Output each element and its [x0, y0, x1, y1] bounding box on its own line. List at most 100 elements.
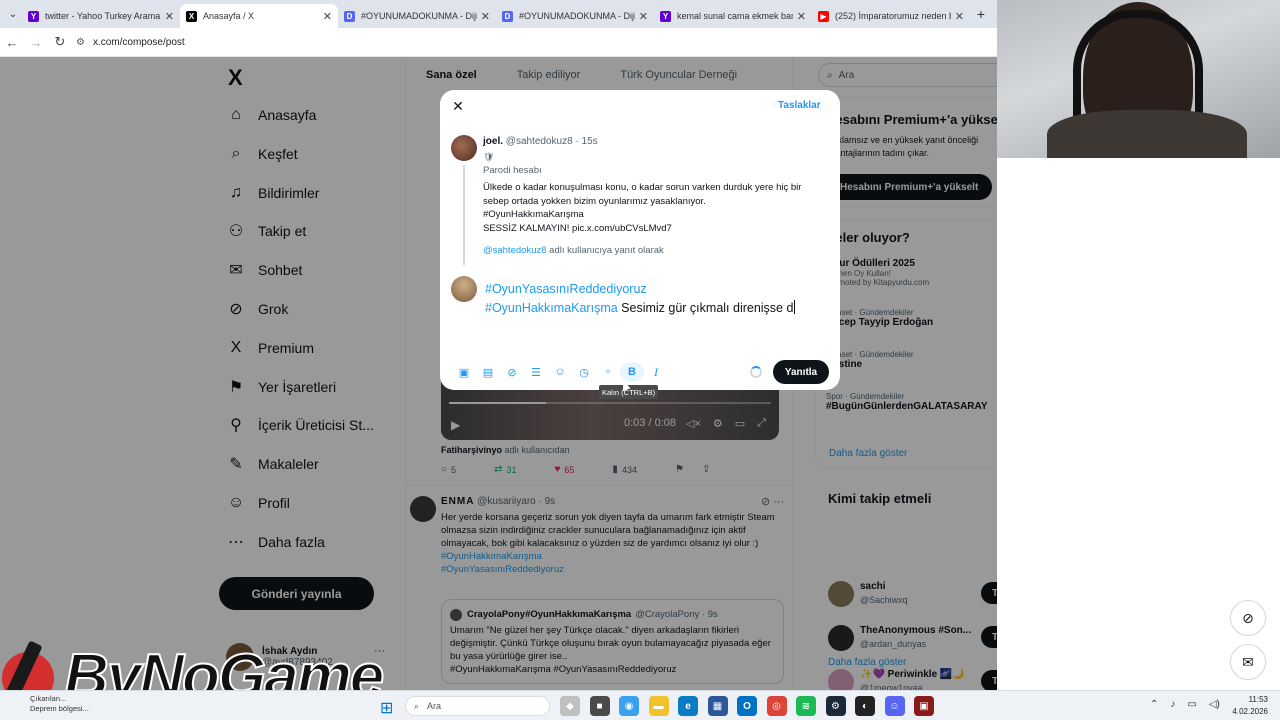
- windows-start-icon[interactable]: ⊞: [380, 698, 393, 718]
- address-bar: ← → ↻ ⚙ x.com/compose/post: [0, 28, 997, 57]
- url-field[interactable]: ⚙ x.com/compose/post: [76, 37, 185, 48]
- network-icon[interactable]: ▭: [1187, 699, 1196, 710]
- news-widget[interactable]: Çıkarılan... Deprem bölgesi...: [30, 694, 89, 714]
- browser-tab[interactable]: Ykemal sunal cama ekmek bantlı ✕: [654, 4, 812, 28]
- replying-to-handle[interactable]: @sahtedokuz8: [483, 245, 547, 256]
- reply-button[interactable]: Yanıtla: [773, 360, 829, 384]
- news-line: Çıkarılan...: [30, 694, 67, 703]
- back-button[interactable]: ←: [0, 35, 24, 50]
- tab-close-icon[interactable]: ✕: [797, 10, 806, 23]
- edge-app-icon[interactable]: e: [678, 696, 698, 716]
- poll-icon[interactable]: ☰: [524, 362, 548, 382]
- taskbar-search-placeholder: Ara: [427, 701, 442, 711]
- folder-app-icon[interactable]: ▬: [648, 696, 669, 716]
- parody-label: Parodi hesabı: [483, 165, 542, 176]
- news-line: Deprem bölgesi...: [30, 704, 89, 713]
- original-line: #OyunHakkımaKarışma: [483, 209, 584, 220]
- chrome-app-icon[interactable]: ◎: [766, 696, 787, 716]
- clock[interactable]: 11:53 4.02.2026: [1228, 694, 1268, 718]
- tab-close-icon[interactable]: ✕: [481, 10, 490, 23]
- browser-tab[interactable]: D #OYUNUMADOKUNMA - Dijital ✕: [496, 4, 654, 28]
- mic-icon[interactable]: ♪: [1170, 699, 1175, 710]
- text-caret: [794, 300, 796, 314]
- grok-icon[interactable]: ⊘: [1230, 600, 1266, 636]
- messages-icon[interactable]: ✉: [1230, 644, 1266, 680]
- tab-close-icon[interactable]: ✕: [955, 10, 964, 23]
- windows-taskbar: Çıkarılan... Deprem bölgesi... ⊞ ⌕ Ara ◆…: [0, 690, 1280, 720]
- url-text[interactable]: x.com/compose/post: [93, 37, 185, 48]
- original-author-name[interactable]: joel.: [483, 136, 503, 147]
- browser-tab-bar: ⌄ Ytwitter - Yahoo Turkey Arama Sonuçlar…: [0, 0, 997, 28]
- thread-line: [463, 165, 465, 265]
- volume-icon[interactable]: ◁): [1209, 699, 1220, 710]
- parody-badge-icon: 🛡: [483, 152, 495, 162]
- tab-favicon-icon: ▶: [818, 10, 829, 22]
- tab-favicon-icon: Y: [660, 10, 671, 22]
- app-dark-icon[interactable]: ◐: [855, 696, 875, 716]
- grok-icon[interactable]: ⊘: [500, 362, 524, 382]
- tab-title: #OYUNUMADOKUNMA - Dijital: [361, 11, 477, 21]
- avatar: [451, 276, 477, 302]
- location-icon[interactable]: ⌖: [596, 362, 620, 382]
- original-tweet-text: Ülkede o kadar konuşulması konu, o kadar…: [483, 181, 833, 235]
- reply-textarea[interactable]: #OyunYasasınıReddediyoruz #OyunHakkımaKa…: [485, 280, 830, 318]
- tab-favicon-icon: D: [344, 10, 355, 22]
- tab-title: #OYUNUMADOKUNMA - Dijital: [519, 11, 635, 21]
- original-line: sebep ortada yokken bizim oyunlarımız ya…: [483, 195, 706, 207]
- webcam-shoulder: [1047, 110, 1247, 158]
- spotify-app-icon[interactable]: ≋: [796, 696, 816, 716]
- site-info-icon[interactable]: ⚙: [76, 37, 85, 48]
- system-tray: ⌃ ♪ ▭ ◁): [1150, 699, 1232, 710]
- tab-favicon-icon: X: [186, 10, 197, 22]
- browser-tab[interactable]: ▶ (252) İmparatorumuz neden bö ✕: [812, 4, 970, 28]
- gif-icon[interactable]: ▤: [476, 362, 500, 382]
- original-tweet-header: joel. @sahtedokuz8 · 15s: [483, 136, 598, 147]
- replying-to: @sahtedokuz8 adlı kullanıcıya yanıt olar…: [483, 245, 664, 256]
- compose-reply-modal: ✕ Taslaklar joel. @sahtedokuz8 · 15s 🛡 P…: [440, 90, 840, 390]
- tab-close-icon[interactable]: ✕: [323, 10, 332, 23]
- avatar[interactable]: [451, 135, 477, 161]
- replying-to-suffix: adlı kullanıcıya yanıt olarak: [546, 245, 664, 256]
- discord-app-icon[interactable]: ☺: [884, 696, 905, 716]
- reload-button[interactable]: ↻: [48, 34, 72, 50]
- original-author-handle[interactable]: @sahtedokuz8 · 15s: [506, 136, 598, 147]
- browser-tab[interactable]: X Anasayfa / X ✕: [180, 4, 338, 28]
- forward-button[interactable]: →: [24, 35, 48, 50]
- search-icon: ⌕: [414, 700, 420, 711]
- original-line: Ülkede o kadar konuşulması konu, o kadar…: [483, 182, 802, 193]
- taskbar-apps: ◆ ■ ◉ ▬ e ▦ O ◎ ≋ ⚙ ◐ ☺ ▣: [560, 696, 944, 716]
- drafts-button[interactable]: Taslaklar: [778, 100, 821, 111]
- app-colorful-icon[interactable]: ◉: [619, 696, 639, 716]
- original-line: SESSİZ KALMAYIN! pic.x.com/ubCVsLMvd7: [483, 222, 672, 234]
- char-count-ring: [750, 366, 762, 378]
- new-tab-button[interactable]: +: [972, 6, 990, 22]
- tray-chevron-icon[interactable]: ⌃: [1150, 699, 1158, 710]
- reply-body: Sesimiz gür çıkmalı direnişse d: [617, 301, 794, 315]
- compose-toolbar: ▣ ▤ ⊘ ☰ ☺ ◷ ⌖ B I: [452, 362, 668, 382]
- reply-hashtag: #OyunHakkımaKarışma: [485, 301, 618, 315]
- emoji-icon[interactable]: ☺: [548, 362, 572, 382]
- tab-search-icon[interactable]: ⌄: [4, 5, 22, 23]
- italic-icon[interactable]: I: [644, 362, 668, 382]
- files-app-icon[interactable]: ■: [589, 696, 610, 716]
- tab-title: Anasayfa / X: [203, 11, 255, 21]
- outlook-app-icon[interactable]: O: [737, 696, 757, 716]
- tab-close-icon[interactable]: ✕: [165, 10, 174, 23]
- tab-title: twitter - Yahoo Turkey Arama Sonuçları: [45, 11, 161, 21]
- clock-time: 11:53: [1248, 695, 1268, 704]
- tab-title: (252) İmparatorumuz neden bö: [835, 11, 951, 21]
- tab-close-icon[interactable]: ✕: [639, 10, 648, 23]
- close-icon[interactable]: ✕: [450, 98, 466, 114]
- browser-tab[interactable]: D #OYUNUMADOKUNMA - Dijital ✕: [338, 4, 496, 28]
- steam-app-icon[interactable]: ⚙: [825, 696, 846, 716]
- app-red-icon[interactable]: ▣: [914, 696, 934, 716]
- image-icon[interactable]: ▣: [452, 362, 476, 382]
- webcam-overlay: [997, 0, 1280, 158]
- copilot-app-icon[interactable]: ◆: [560, 696, 580, 716]
- store-app-icon[interactable]: ▦: [707, 696, 728, 716]
- taskbar-search[interactable]: ⌕ Ara: [405, 696, 550, 716]
- clock-date: 4.02.2026: [1232, 707, 1268, 716]
- schedule-icon[interactable]: ◷: [572, 362, 596, 382]
- browser-tab[interactable]: Ytwitter - Yahoo Turkey Arama Sonuçları ✕: [22, 4, 180, 28]
- tab-title: kemal sunal cama ekmek bantlı: [677, 11, 793, 21]
